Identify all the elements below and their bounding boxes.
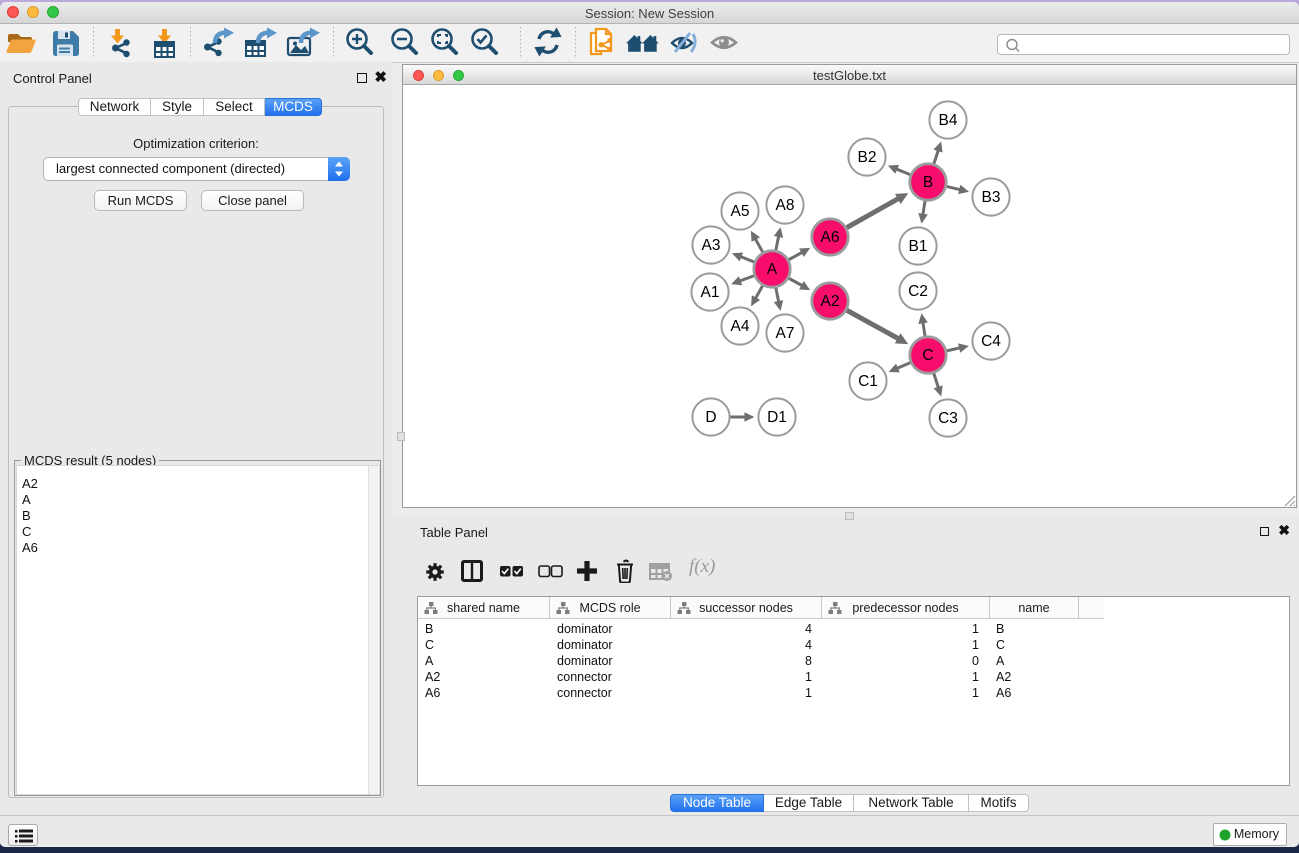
svg-text:C: C: [922, 347, 933, 364]
svg-text:A4: A4: [731, 318, 750, 335]
svg-text:C1: C1: [858, 373, 878, 390]
svg-text:B3: B3: [982, 189, 1001, 206]
svg-text:A6: A6: [821, 229, 840, 246]
svg-text:C3: C3: [938, 410, 958, 427]
svg-text:B1: B1: [909, 238, 928, 255]
svg-text:D: D: [705, 409, 716, 426]
svg-text:A1: A1: [701, 284, 720, 301]
svg-text:A3: A3: [702, 237, 721, 254]
svg-text:B: B: [923, 174, 933, 191]
svg-text:D1: D1: [767, 409, 787, 426]
svg-text:A7: A7: [776, 325, 795, 342]
svg-text:A8: A8: [776, 197, 795, 214]
svg-text:A2: A2: [821, 293, 840, 310]
svg-text:A5: A5: [731, 203, 750, 220]
svg-text:B2: B2: [858, 149, 877, 166]
svg-text:C2: C2: [908, 283, 928, 300]
svg-text:B4: B4: [939, 112, 958, 129]
svg-text:A: A: [767, 261, 778, 278]
svg-text:C4: C4: [981, 333, 1001, 350]
